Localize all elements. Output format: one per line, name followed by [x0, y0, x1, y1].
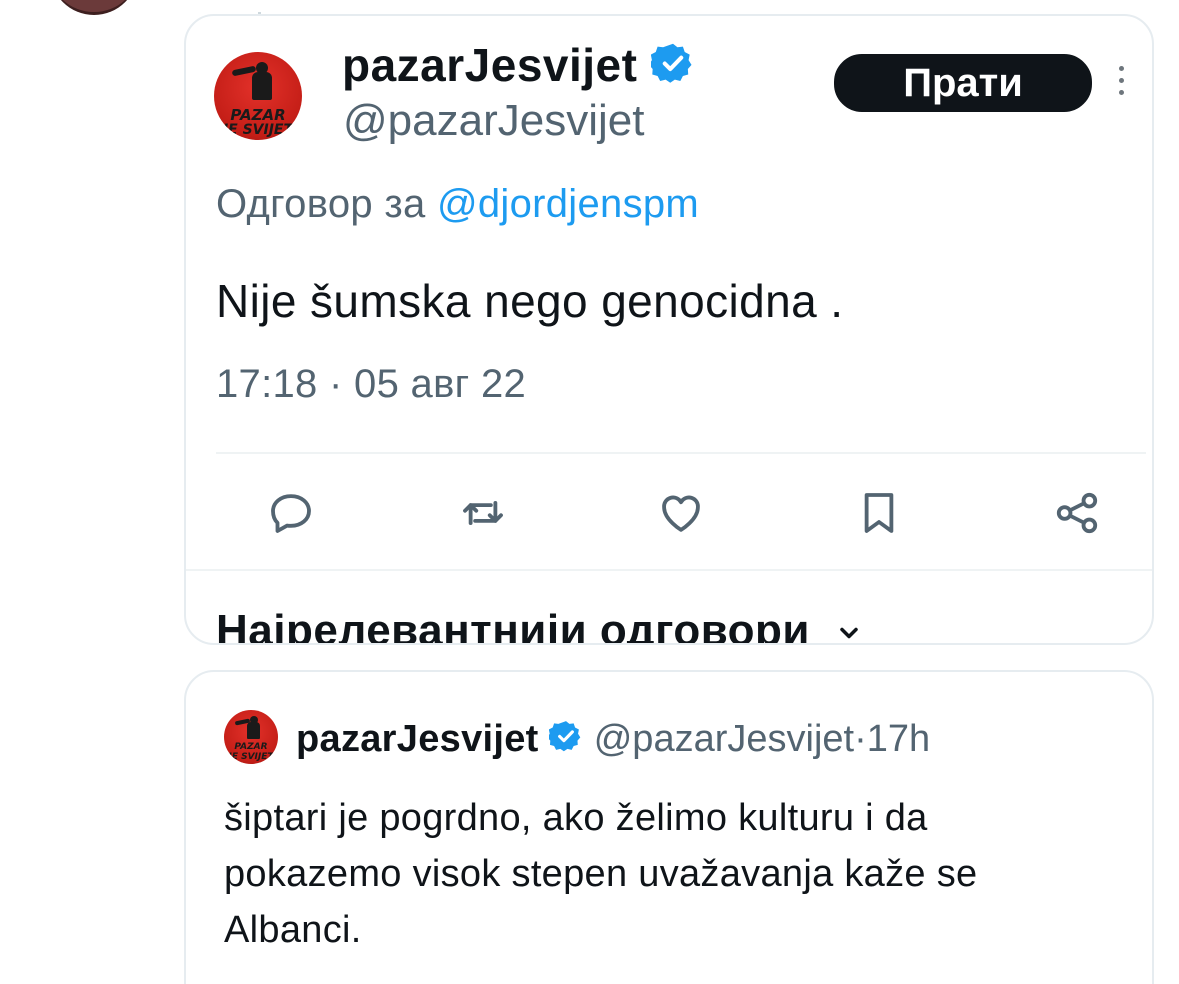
avatar-figure-body — [252, 72, 272, 100]
replying-to-prefix: Одговор за — [216, 182, 426, 226]
quoted-tweet-text: šiptari je pogrdno, ako želimo kulturu i… — [224, 797, 978, 951]
reply-icon[interactable] — [264, 486, 318, 540]
quoted-tweet-time[interactable]: 17h — [867, 718, 930, 760]
previous-tweet-avatar[interactable] — [50, 0, 138, 15]
retweet-icon[interactable] — [456, 486, 510, 540]
author-display-name[interactable]: pazarJesvijet — [342, 39, 637, 91]
header-separator: · — [854, 718, 867, 760]
quoted-tweet-card[interactable]: PAZAR JE SVIJET pazarJesvijet @pazarJesv… — [184, 670, 1154, 984]
author-avatar[interactable]: PAZAR JE SVIJET — [214, 52, 302, 140]
screenshot-page: PAZAR JE SVIJET pazarJesvijet @pazarJesv… — [0, 0, 1179, 984]
share-icon[interactable] — [1050, 486, 1104, 540]
heart-icon[interactable] — [654, 486, 708, 540]
tweet-action-bar — [186, 486, 1152, 546]
avatar-logo-line2: JE SVIJET — [228, 752, 274, 762]
follow-button[interactable]: Прати — [834, 54, 1092, 112]
embedded-tweet-card[interactable]: PAZAR JE SVIJET pazarJesvijet @pazarJesv… — [184, 14, 1154, 645]
replying-to-mention-link[interactable]: @djordjenspm — [437, 182, 699, 226]
avatar-logo-line2: JE SVIJET — [222, 122, 294, 138]
replying-to-line: Одговор за @djordjenspm — [216, 182, 699, 227]
tweet-text: Nije šumska nego genocidna . — [216, 275, 844, 327]
tweet-timestamp[interactable]: 17:18 · 05 авг 22 — [216, 362, 526, 407]
verified-badge-icon — [648, 41, 695, 96]
chevron-down-icon — [835, 608, 863, 643]
author-handle[interactable]: @pazarJesvijet — [343, 96, 644, 146]
more-vertical-icon[interactable] — [1116, 66, 1126, 100]
divider — [186, 569, 1152, 571]
avatar-logo-line1: PAZAR — [234, 742, 268, 752]
replies-sort-dropdown[interactable]: Најрелевантнији одговори — [216, 606, 863, 645]
avatar-logo-line1: PAZAR — [230, 106, 286, 124]
avatar-figure-body — [247, 722, 260, 739]
quoted-author-handle[interactable]: @pazarJesvijet — [594, 718, 854, 760]
quoted-author-avatar[interactable]: PAZAR JE SVIJET — [224, 710, 278, 764]
replies-sort-label: Најрелевантнији одговори — [216, 606, 810, 645]
author-name-row: pazarJesvijet — [342, 38, 695, 96]
quoted-tweet-header: pazarJesvijet @pazarJesvijet·17h — [296, 718, 930, 763]
verified-badge-icon — [547, 719, 583, 763]
quoted-author-name[interactable]: pazarJesvijet — [296, 718, 539, 760]
divider — [216, 452, 1146, 454]
bookmark-icon[interactable] — [852, 486, 906, 540]
